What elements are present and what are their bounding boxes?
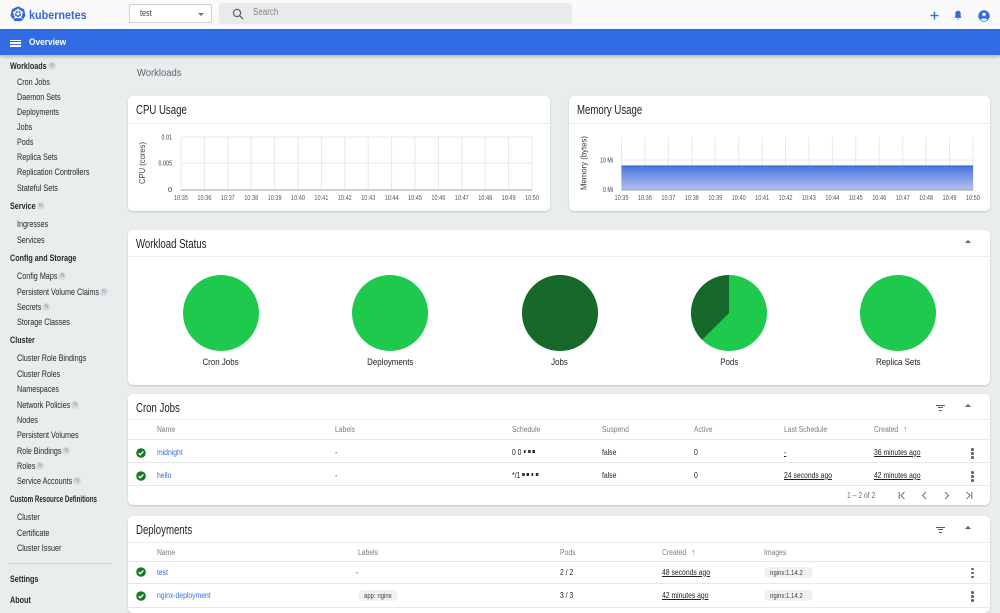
svg-text:10:44: 10:44 — [385, 193, 399, 202]
svg-text:10:37: 10:37 — [221, 193, 235, 202]
svg-text:CPU (cores): CPU (cores) — [138, 142, 147, 184]
svg-text:10:46: 10:46 — [872, 193, 886, 202]
svg-text:10:50: 10:50 — [525, 193, 539, 202]
svg-text:10:49: 10:49 — [502, 193, 516, 202]
svg-text:10:40: 10:40 — [732, 193, 746, 202]
svg-text:10:48: 10:48 — [919, 193, 933, 202]
svg-text:10:38: 10:38 — [244, 193, 258, 202]
svg-text:10:49: 10:49 — [943, 193, 957, 202]
svg-text:10:41: 10:41 — [755, 193, 769, 202]
svg-text:10:39: 10:39 — [708, 193, 722, 202]
svg-text:10:50: 10:50 — [966, 193, 980, 202]
svg-text:10 Mi: 10 Mi — [600, 156, 613, 165]
svg-text:10:41: 10:41 — [314, 193, 328, 202]
svg-text:10:39: 10:39 — [268, 193, 282, 202]
svg-text:10:45: 10:45 — [849, 193, 863, 202]
svg-text:10:44: 10:44 — [825, 193, 839, 202]
svg-text:10:40: 10:40 — [291, 193, 305, 202]
svg-text:10:42: 10:42 — [338, 193, 352, 202]
svg-text:10:47: 10:47 — [896, 193, 910, 202]
svg-text:10:42: 10:42 — [779, 193, 793, 202]
svg-text:10:35: 10:35 — [174, 193, 188, 202]
svg-text:10:45: 10:45 — [408, 193, 422, 202]
svg-text:10:35: 10:35 — [615, 193, 629, 202]
svg-text:10:46: 10:46 — [431, 193, 445, 202]
svg-text:Memory (bytes): Memory (bytes) — [580, 136, 589, 190]
svg-text:10:47: 10:47 — [455, 193, 469, 202]
svg-text:0.005: 0.005 — [159, 159, 173, 168]
svg-text:10:48: 10:48 — [478, 193, 492, 202]
svg-text:10:36: 10:36 — [197, 193, 211, 202]
svg-text:10:43: 10:43 — [802, 193, 816, 202]
svg-text:0: 0 — [168, 185, 172, 194]
svg-text:10:36: 10:36 — [638, 193, 652, 202]
svg-text:0.01: 0.01 — [162, 133, 173, 142]
svg-text:10:38: 10:38 — [685, 193, 699, 202]
svg-text:0 Mi: 0 Mi — [603, 185, 613, 194]
svg-text:10:43: 10:43 — [361, 193, 375, 202]
svg-text:10:37: 10:37 — [661, 193, 675, 202]
